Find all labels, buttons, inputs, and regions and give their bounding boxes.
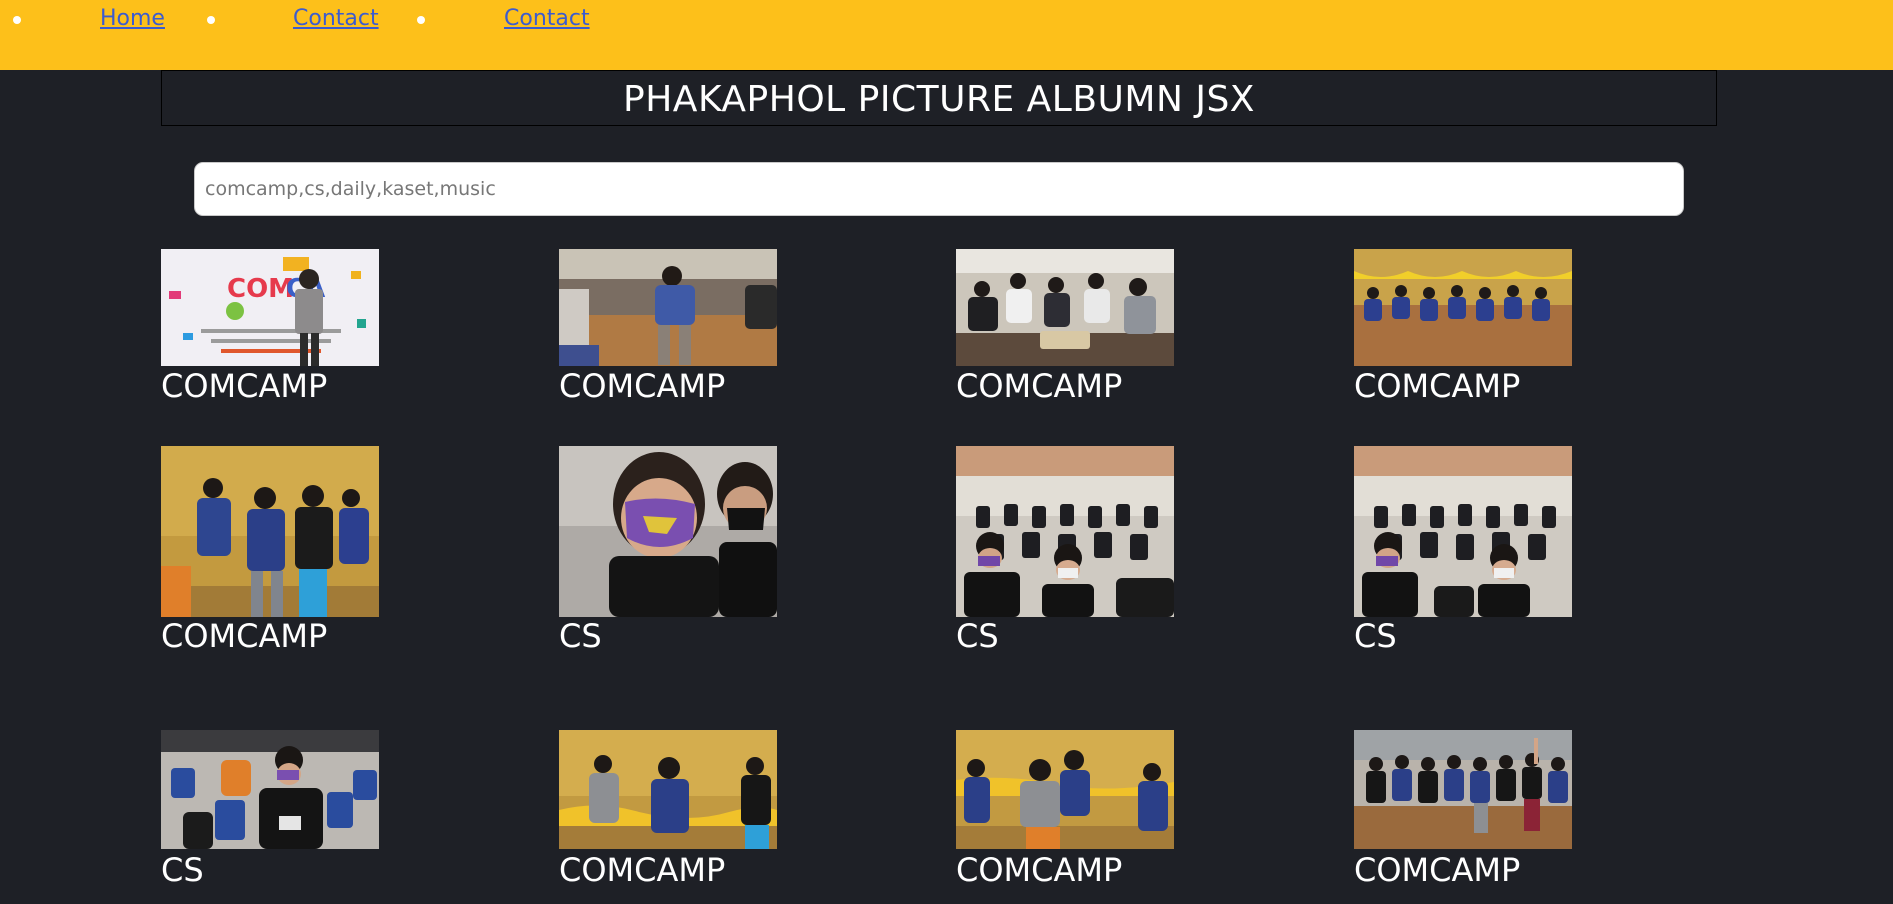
photo-label: COMCAMP bbox=[956, 851, 1123, 889]
photo-label: COMCAMP bbox=[161, 617, 328, 655]
photo-thumbnail[interactable] bbox=[559, 446, 777, 617]
bullet-icon bbox=[13, 16, 21, 24]
photo-label: COMCAMP bbox=[1354, 851, 1521, 889]
photo-thumbnail[interactable] bbox=[956, 446, 1174, 617]
nav-link-contact-2[interactable]: Contact bbox=[504, 6, 590, 31]
nav-link-home[interactable]: Home bbox=[100, 6, 165, 31]
photo-thumbnail[interactable] bbox=[559, 730, 777, 849]
photo-thumbnail[interactable] bbox=[559, 249, 777, 366]
photo-label: COMCAMP bbox=[559, 851, 726, 889]
page-title: PHAKAPHOL PICTURE ALBUMN JSX bbox=[623, 79, 1255, 120]
top-navbar: Home Contact Contact bbox=[0, 0, 1893, 70]
photo-thumbnail[interactable] bbox=[1354, 446, 1572, 617]
photo-label: CS bbox=[956, 617, 999, 655]
photo-thumbnail[interactable] bbox=[1354, 249, 1572, 366]
photo-thumbnail[interactable] bbox=[161, 730, 379, 849]
bullet-icon bbox=[207, 16, 215, 24]
photo-label: COMCAMP bbox=[1354, 367, 1521, 405]
photo-label: CS bbox=[1354, 617, 1397, 655]
photo-thumbnail[interactable] bbox=[956, 249, 1174, 366]
nav-link-contact[interactable]: Contact bbox=[293, 6, 379, 31]
photo-thumbnail[interactable] bbox=[956, 730, 1174, 849]
photo-label: CS bbox=[161, 851, 204, 889]
photo-label: CS bbox=[559, 617, 602, 655]
photo-thumbnail[interactable] bbox=[161, 446, 379, 617]
bullet-icon bbox=[417, 16, 425, 24]
photo-label: COMCAMP bbox=[956, 367, 1123, 405]
photo-thumbnail[interactable]: COM CA bbox=[161, 249, 379, 366]
svg-text:COM: COM bbox=[227, 274, 294, 304]
search-input[interactable] bbox=[194, 162, 1684, 216]
photo-thumbnail[interactable] bbox=[1354, 730, 1572, 849]
photo-label: COMCAMP bbox=[161, 367, 328, 405]
photo-label: COMCAMP bbox=[559, 367, 726, 405]
title-box: PHAKAPHOL PICTURE ALBUMN JSX bbox=[161, 70, 1717, 126]
